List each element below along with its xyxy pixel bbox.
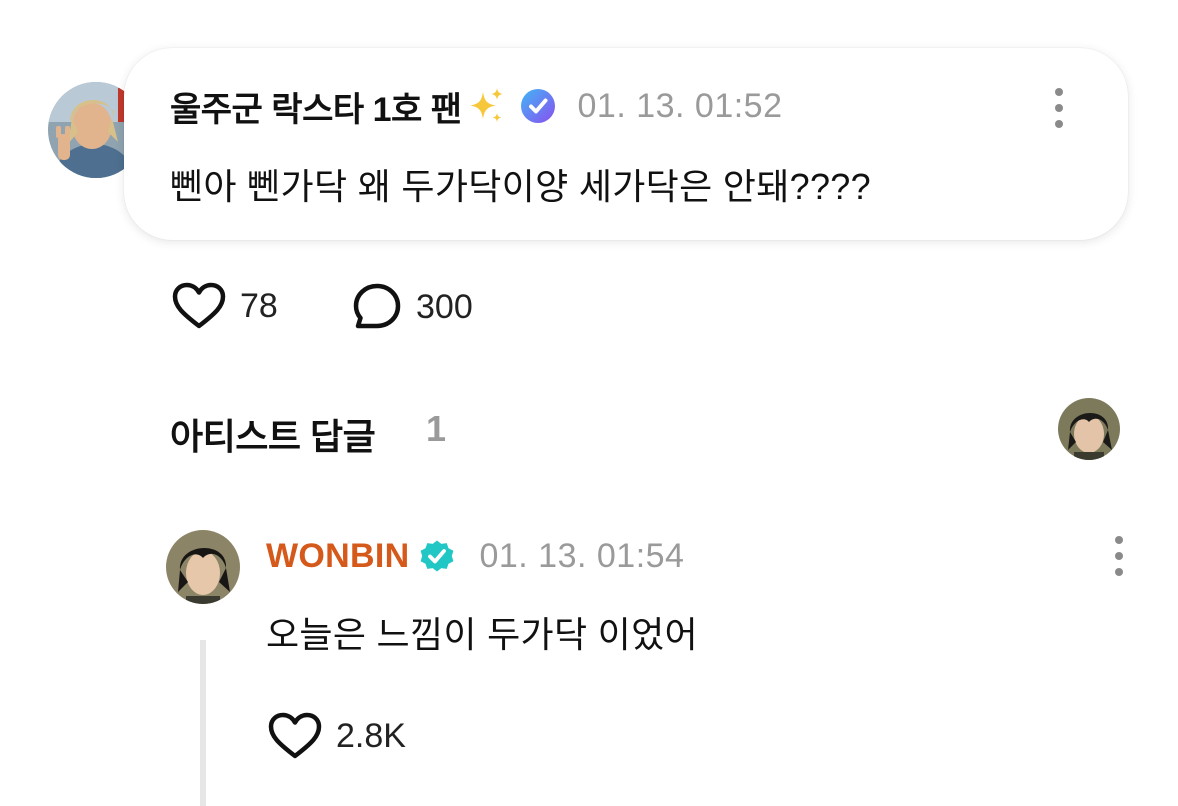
comment-header: 울주군 락스타 1호 팬 01. 13. 01:52 (170, 82, 783, 130)
artist-verified-badge-icon (421, 540, 454, 572)
artist-avatar-small-image (1058, 398, 1120, 460)
reply-like-count: 2.8K (336, 716, 406, 755)
thread-line (200, 640, 206, 806)
comment-timestamp: 01. 13. 01:52 (577, 86, 783, 125)
sparkles-icon (469, 88, 503, 122)
artist-avatar-small[interactable] (1058, 398, 1120, 460)
artist-replies-title: 아티스트 답글 (170, 416, 376, 457)
reply-count: 300 (416, 287, 473, 326)
heart-icon (172, 282, 226, 329)
wonbin-avatar[interactable] (166, 530, 240, 604)
comment-thread-page: 울주군 락스타 1호 팬 01. 13. 01:52 뻰아 뻰가닥 왜 두가닥이… (0, 0, 1178, 806)
like-count: 78 (240, 286, 278, 325)
artist-replies-count: 1 (426, 408, 447, 449)
heart-icon (268, 712, 322, 759)
reply-timestamp: 01. 13. 01:54 (479, 536, 685, 575)
more-options-icon[interactable] (1052, 88, 1066, 128)
comment-bubble[interactable]: 울주군 락스타 1호 팬 01. 13. 01:52 뻰아 뻰가닥 왜 두가닥이… (124, 48, 1128, 240)
wonbin-avatar-image (166, 530, 240, 604)
like-button[interactable]: 78 (172, 282, 278, 330)
reply-more-options-icon[interactable] (1112, 536, 1126, 576)
reply-button[interactable]: 300 (352, 282, 473, 332)
comment-text: 뻰아 뻰가닥 왜 두가닥이양 세가닥은 안돼???? (170, 166, 871, 207)
reply-author[interactable]: WONBIN (266, 537, 409, 576)
comment-bubble-icon (353, 283, 401, 329)
reply-like-button[interactable]: 2.8K (268, 712, 406, 760)
verified-badge-icon (520, 89, 555, 123)
reply-header: WONBIN 01. 13. 01:54 (266, 532, 684, 580)
comment-author[interactable]: 울주군 락스타 1호 팬 (170, 82, 462, 131)
reply-text: 오늘은 느낌이 두가닥 이었어 (266, 614, 698, 655)
